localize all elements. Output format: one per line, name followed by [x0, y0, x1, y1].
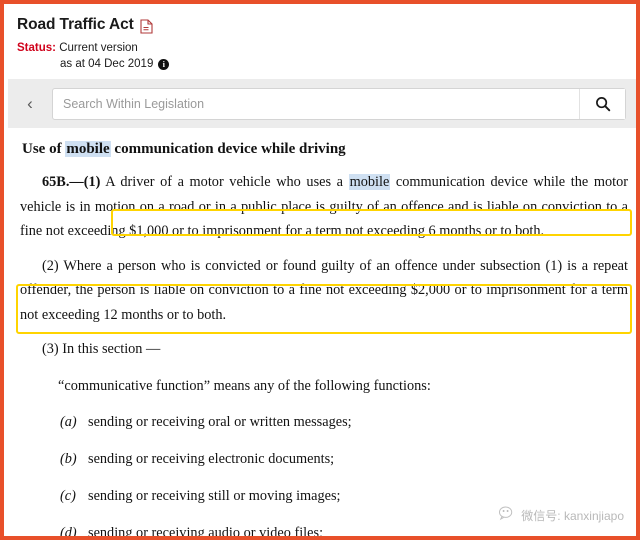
subsection-2: (2) Where a person who is convicted or f…: [20, 254, 628, 328]
subsection-1: 65B.—(1) A driver of a motor vehicle who…: [20, 170, 628, 244]
status-block: Status: Current version as at 04 Dec 201…: [17, 41, 636, 72]
subsection-3-number: (3): [42, 341, 59, 357]
status-date: as at 04 Dec 2019: [60, 58, 154, 70]
subsection-3: (3) In this section —: [20, 337, 628, 362]
search-button[interactable]: [579, 88, 625, 119]
magnifier-icon: [595, 96, 610, 111]
list-item: (a) sending or receiving oral or written …: [20, 410, 628, 434]
page-frame: Road Traffic Act Status: Current version…: [0, 0, 640, 540]
section-heading-post: communication device while driving: [110, 141, 346, 157]
wechat-icon: [499, 506, 516, 524]
subsection-3-text: In this section —: [58, 341, 161, 357]
search-term-highlight: mobile: [348, 174, 391, 190]
search-term-highlight: mobile: [65, 141, 111, 157]
subsection-2-text: Where a person who is convicted or found…: [20, 257, 628, 323]
search-toolbar: ‹: [8, 79, 636, 128]
document-header: Road Traffic Act Status: Current version…: [8, 8, 636, 79]
info-icon[interactable]: i: [158, 59, 170, 70]
section-heading: Use of mobile communication device while…: [22, 139, 628, 159]
section-heading-pre: Use of: [22, 141, 66, 157]
subsection-1-number: 65B.—(1): [42, 174, 101, 190]
list-item: (c) sending or receiving still or moving …: [20, 484, 628, 508]
list-item-label: (b): [60, 451, 77, 467]
list-item-text: sending or receiving audio or video file…: [88, 525, 324, 540]
legislation-content: Use of mobile communication device while…: [8, 128, 636, 540]
status-line-1: Status: Current version: [17, 41, 636, 56]
list-item: (b) sending or receiving electronic docum…: [20, 447, 628, 471]
page-title: Road Traffic Act: [17, 16, 134, 33]
subsection-2-number: (2): [42, 257, 59, 274]
chevron-left-icon[interactable]: ‹: [8, 95, 52, 112]
definition-communicative-function: “communicative function” means any of th…: [58, 377, 431, 394]
wechat-watermark: 微信号: kanxinjiapo: [499, 506, 624, 524]
status-label: Status:: [17, 42, 56, 54]
list-item-label: (a): [60, 414, 77, 430]
document-title-row: Road Traffic Act: [17, 14, 636, 36]
list-item-label: (c): [60, 488, 76, 504]
list-item-label: (d): [60, 525, 77, 540]
list-item-text: sending or receiving electronic document…: [88, 451, 335, 467]
list-item-text: sending or receiving oral or written mes…: [88, 414, 352, 430]
subsection-1-text-a: A driver of a motor vehicle who uses a: [100, 174, 349, 190]
watermark-text: 微信号: kanxinjiapo: [521, 508, 624, 523]
pdf-document-icon[interactable]: [140, 18, 153, 34]
status-line-2: as at 04 Dec 2019 i: [60, 57, 636, 72]
list-item-text: sending or receiving still or moving ima…: [88, 488, 341, 504]
status-value: Current version: [59, 42, 138, 54]
search-input[interactable]: [53, 88, 579, 119]
search-field-wrapper: [52, 87, 626, 120]
